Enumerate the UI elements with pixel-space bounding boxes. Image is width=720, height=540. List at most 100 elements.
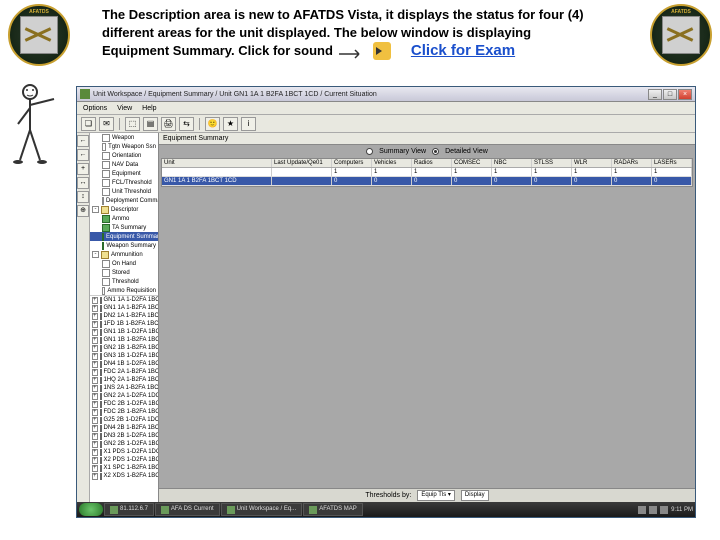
grid-row[interactable]: GN1 1A 1 B2FA 1BCT 1CD000000000 [162, 177, 692, 186]
grid-header[interactable]: WLR [572, 159, 612, 167]
tree-item[interactable]: Weapon [90, 133, 158, 142]
tree-item[interactable]: Stored [90, 268, 158, 277]
tree-unit-item[interactable]: +1NS 2A 1-B2FA 1BCT [90, 384, 158, 392]
task-item-3[interactable]: AFATDS MAP [303, 503, 363, 516]
tool-btn-3[interactable]: ▤ [143, 117, 158, 131]
tree-unit-item[interactable]: +G25 2B 1-D2FA 1DCT [90, 416, 158, 424]
tray-icon[interactable] [638, 506, 646, 514]
toolbar: ❏ ✉ ⬚ ▤ 🖨 ⇆ 🙂 ★ i [77, 115, 695, 133]
left-btn-2[interactable]: + [77, 163, 89, 175]
exam-link[interactable]: Click for Exam [411, 41, 515, 61]
grid-header[interactable]: COMSEC [452, 159, 492, 167]
grid-header[interactable]: Vehicles [372, 159, 412, 167]
tree-unit-item[interactable]: +FDC 2B 1-D2FA 1BCT [90, 400, 158, 408]
summary-radio[interactable] [366, 148, 373, 155]
threshold-label: Thresholds by: [365, 492, 411, 499]
tree-unit-item[interactable]: +GN2 1B 1-B2FA 1BCT [90, 344, 158, 352]
tree-item[interactable]: TA Summary [90, 223, 158, 232]
maximize-button[interactable]: □ [663, 89, 677, 100]
left-btn-0[interactable]: ← [77, 135, 89, 147]
tool-btn-4[interactable]: 🖨 [161, 117, 176, 131]
left-btn-5[interactable]: ⊕ [77, 205, 89, 217]
task-item-2[interactable]: Unit Workspace / Eq... [221, 503, 303, 516]
tree-item[interactable]: Deployment Command [90, 196, 158, 205]
threshold-bar: Thresholds by: Equip Tls ▾ Display [159, 488, 695, 502]
minimize-button[interactable]: _ [648, 89, 662, 100]
tree-unit-item[interactable]: +X2 PDS 1-D2FA 1BCT [90, 456, 158, 464]
tree-item[interactable]: Orientation [90, 151, 158, 160]
grid-header[interactable]: Radios [412, 159, 452, 167]
grid-header[interactable]: Last Update/Qe01 [272, 159, 332, 167]
tree-unit-item[interactable]: +X1 PDS 1-D2FA 1DCT [90, 448, 158, 456]
tree-unit-item[interactable]: +FDC 2A 1-B2FA 1BCT [90, 368, 158, 376]
threshold-combo[interactable]: Equip Tls ▾ [417, 490, 455, 501]
tree-unit-item[interactable]: +1HQ 2A 1-B2FA 1BCT [90, 376, 158, 384]
tray-icon[interactable] [660, 506, 668, 514]
tree-unit-item[interactable]: +GN2 2A 1-D2FA 1DCT [90, 392, 158, 400]
close-button[interactable]: × [678, 89, 692, 100]
tree-item[interactable]: NAV Data [90, 160, 158, 169]
grid-header[interactable]: LASERs [652, 159, 692, 167]
tool-btn-1[interactable]: ✉ [99, 117, 114, 131]
menu-options[interactable]: Options [83, 105, 107, 112]
tree-unit-item[interactable]: +DN3 2B 1-D2FA 1BCT [90, 432, 158, 440]
sound-icon[interactable] [373, 42, 391, 60]
tree-item[interactable]: Weapon Summary [90, 241, 158, 250]
tree-unit-item[interactable]: +GN3 1B 1-D2FA 1BCT [90, 352, 158, 360]
task-item-0[interactable]: 81.112.6.7 [104, 503, 154, 516]
tree-unit-item[interactable]: +X2 XDS 1-B2FA 1BCT [90, 472, 158, 480]
tree-unit-item[interactable]: +GN1 1B 1-D2FA 1BCT [90, 328, 158, 336]
tree-panel[interactable]: WeaponTgtn Weapon SsnOrientationNAV Data… [90, 133, 159, 502]
left-btn-3[interactable]: ↔ [77, 177, 89, 189]
tree-unit-item[interactable]: +DN4 2B 1-B2FA 1BCT [90, 424, 158, 432]
tool-btn-0[interactable]: ❏ [81, 117, 96, 131]
tree-unit-item[interactable]: +GN1 1A 1-B2FA 1BCT [90, 304, 158, 312]
stick-figure [12, 82, 60, 172]
equipment-grid[interactable]: UnitLast Update/Qe01ComputersVehiclesRad… [161, 158, 693, 187]
tool-btn-7[interactable]: 🙂 [205, 117, 220, 131]
tree-item[interactable]: FCL/Threshold [90, 178, 158, 187]
tree-item[interactable]: Ammo Requisition [90, 286, 158, 295]
tree-item[interactable]: Threshold [90, 277, 158, 286]
tree-item[interactable]: -Descriptor [90, 205, 158, 214]
tree-unit-item[interactable]: +1FD 1B 1-B2FA 1BCT [90, 320, 158, 328]
tray-icon[interactable] [649, 506, 657, 514]
tree-item[interactable]: Unit Threshold [90, 187, 158, 196]
app-window: Unit Workspace / Equipment Summary / Uni… [76, 86, 696, 518]
grid-header[interactable]: Computers [332, 159, 372, 167]
tree-item[interactable]: -Ammunition [90, 250, 158, 259]
tool-btn-5[interactable]: ⇆ [179, 117, 194, 131]
left-btn-4[interactable]: ↕ [77, 191, 89, 203]
description-text: The Description area is new to AFATDS Vi… [102, 6, 648, 61]
tree-item[interactable]: Equipment [90, 169, 158, 178]
main-header: Equipment Summary [159, 133, 695, 145]
grid-header[interactable]: STLSS [532, 159, 572, 167]
menu-view[interactable]: View [117, 105, 132, 112]
tree-unit-item[interactable]: +GN1 1A 1-D2FA 1BCT [90, 296, 158, 304]
detailed-label: Detailed View [445, 148, 488, 155]
tree-unit-item[interactable]: +FDC 2B 1-B2FA 1BCT [90, 408, 158, 416]
badge-label: AFATDS [671, 9, 691, 15]
start-button[interactable] [79, 503, 103, 516]
left-btn-1[interactable]: ← [77, 149, 89, 161]
tool-btn-9[interactable]: i [241, 117, 256, 131]
tool-btn-8[interactable]: ★ [223, 117, 238, 131]
menu-help[interactable]: Help [142, 105, 156, 112]
tree-item[interactable]: On Hand [90, 259, 158, 268]
threshold-display-btn[interactable]: Display [461, 490, 489, 501]
tree-unit-item[interactable]: +X1 SPC 1-B2FA 1BCT [90, 464, 158, 472]
tree-item[interactable]: Tgtn Weapon Ssn [90, 142, 158, 151]
tree-unit-item[interactable]: +DN4 1B 1-D2FA 1BCT [90, 360, 158, 368]
tree-item[interactable]: Equipment Summary [90, 232, 158, 241]
tree-item[interactable]: Ammo [90, 214, 158, 223]
task-item-1[interactable]: AFA DS Current [155, 503, 220, 516]
detailed-radio[interactable] [432, 148, 439, 155]
tree-unit-item[interactable]: +GN1 1B 1-B2FA 1BCT [90, 336, 158, 344]
tree-unit-item[interactable]: +DN2 1A 1-B2FA 1BCT [90, 312, 158, 320]
grid-row[interactable]: 111111111 [162, 168, 692, 177]
grid-header[interactable]: Unit [162, 159, 272, 167]
grid-header[interactable]: RADARs [612, 159, 652, 167]
tool-btn-2[interactable]: ⬚ [125, 117, 140, 131]
grid-header[interactable]: NBC [492, 159, 532, 167]
tree-unit-item[interactable]: +GN2 2B 1-D2FA 1BCT [90, 440, 158, 448]
